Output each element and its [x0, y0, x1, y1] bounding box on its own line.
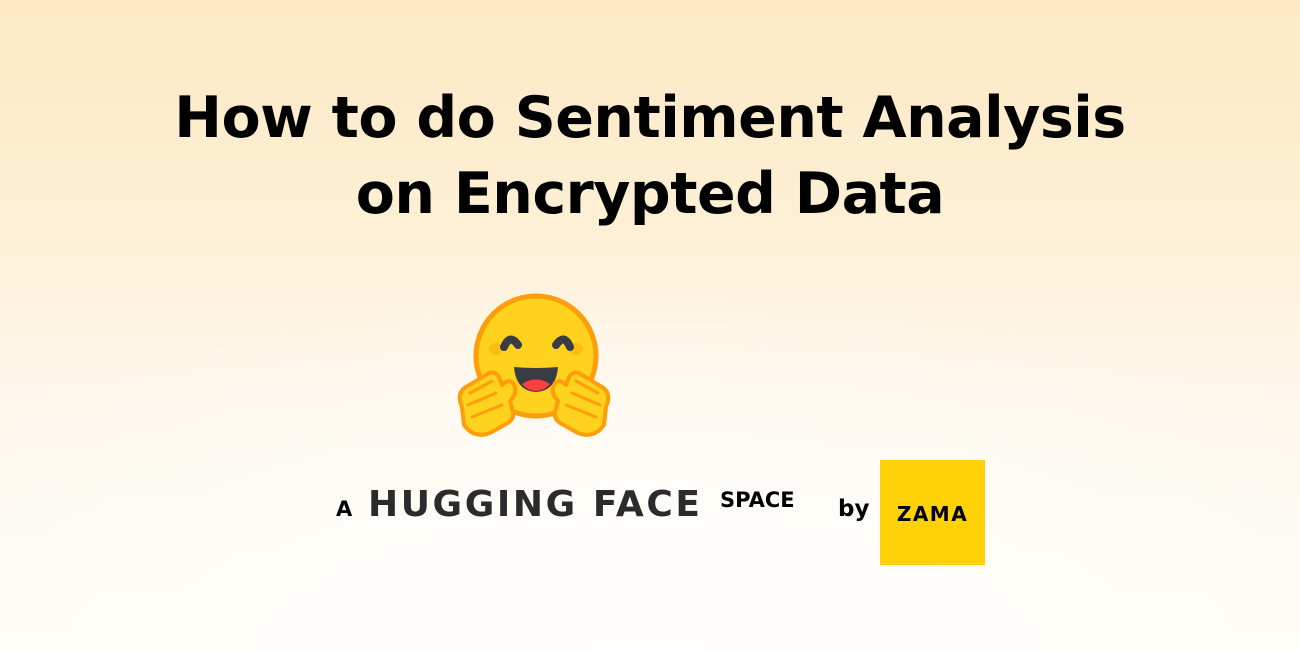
banner: How to do Sentiment Analysis on Encrypte… — [0, 0, 1300, 650]
hugging-face-wordmark: HUGGING FACE — [368, 484, 703, 525]
title-line-1: How to do Sentiment Analysis — [174, 85, 1126, 151]
zama-logo: ZAMA — [880, 460, 985, 565]
hugging-face-emoji-icon — [457, 293, 611, 437]
page-title: How to do Sentiment Analysis on Encrypte… — [0, 80, 1300, 232]
zama-wordmark: ZAMA — [896, 502, 969, 526]
byline-prefix: A — [336, 497, 353, 521]
byline-space-label: SPACE — [720, 488, 795, 512]
title-line-2: on Encrypted Data — [355, 161, 945, 227]
byline-by-label: by — [838, 496, 870, 522]
